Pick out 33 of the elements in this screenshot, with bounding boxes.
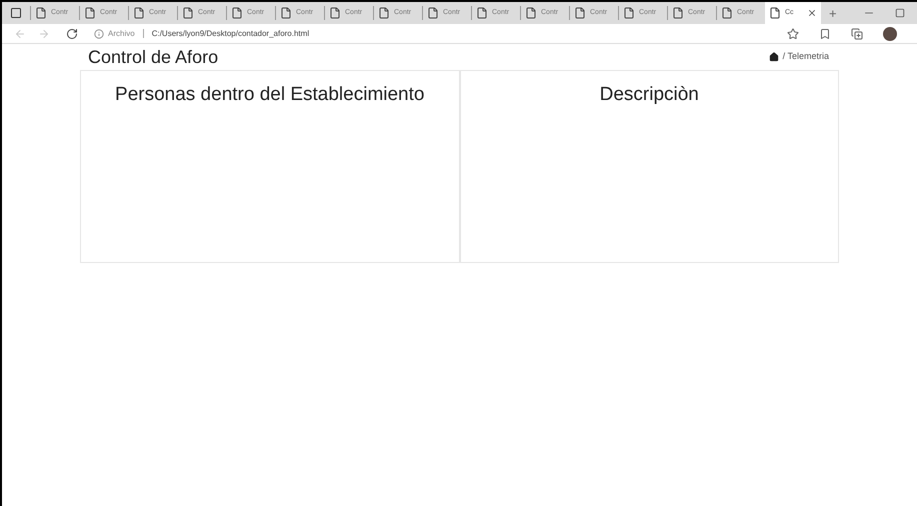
collections-icon[interactable] — [851, 28, 863, 40]
page-icon — [769, 7, 781, 19]
page-icon — [133, 7, 145, 19]
site-info-label: Archivo — [108, 28, 135, 40]
page-title: Control de Aforo — [88, 46, 218, 68]
url-text[interactable]: C:/Users/lyon9/Desktop/contador_aforo.html — [152, 28, 310, 40]
page-icon — [84, 7, 96, 19]
page-icon — [672, 7, 684, 19]
new-tab-button[interactable]: + — [829, 6, 837, 20]
avatar-icon[interactable] — [883, 26, 897, 40]
page-icon — [280, 7, 292, 19]
page-icon — [476, 7, 488, 19]
favorites-icon[interactable] — [819, 28, 831, 40]
page-icon — [231, 7, 243, 19]
page-icon — [574, 7, 586, 19]
restore-icon[interactable] — [895, 8, 905, 18]
page-icon — [378, 7, 390, 19]
close-icon[interactable] — [807, 8, 817, 18]
tab-actions-icon[interactable] — [10, 7, 22, 19]
panel-heading: Descripciòn — [600, 83, 699, 107]
home-icon[interactable] — [768, 52, 779, 62]
page-icon — [329, 7, 341, 19]
breadcrumb[interactable]: / Telemetria — [782, 50, 829, 64]
reload-icon[interactable] — [66, 28, 78, 40]
panel-heading: Personas dentro del Establecimiento — [115, 83, 424, 107]
star-icon[interactable] — [787, 28, 799, 40]
page-icon — [623, 7, 635, 19]
page-icon — [525, 7, 537, 19]
page-icon — [427, 7, 439, 19]
page-icon — [182, 7, 194, 19]
page-icon — [35, 7, 47, 19]
info-icon[interactable] — [94, 28, 104, 38]
page-icon — [721, 7, 733, 19]
